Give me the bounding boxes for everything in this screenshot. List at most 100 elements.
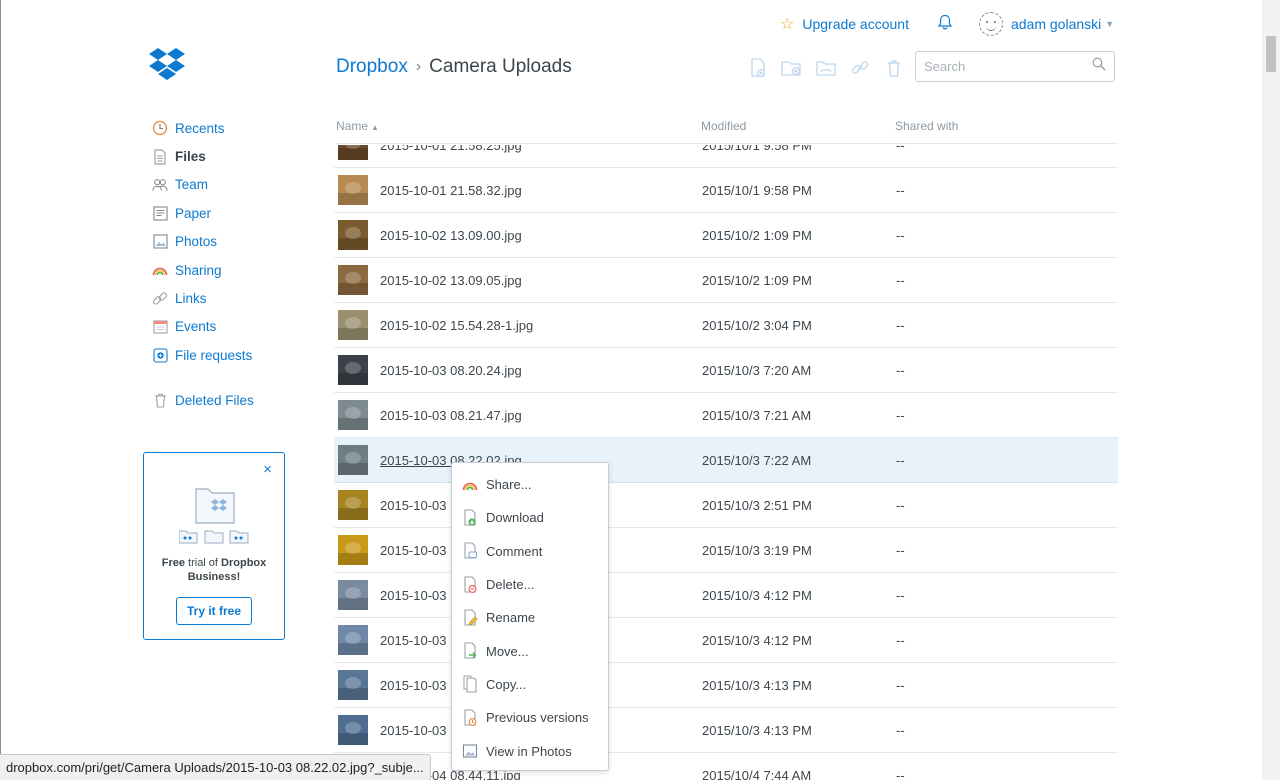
menu-item-label: Comment xyxy=(486,543,543,559)
modified-date: 2015/10/2 1:09 PM xyxy=(702,273,812,288)
upgrade-account-link[interactable]: ☆ Upgrade account xyxy=(780,14,909,34)
menu-item-copy[interactable]: Copy... xyxy=(452,668,608,701)
sidebar-item-file-requests[interactable]: File requests xyxy=(152,341,302,369)
rainbow-icon xyxy=(461,476,479,494)
menu-item-download[interactable]: Download xyxy=(452,501,608,534)
menu-item-delete[interactable]: Delete... xyxy=(452,568,608,601)
team-icon xyxy=(152,177,168,193)
shared-with: -- xyxy=(896,363,905,378)
sidebar-item-paper[interactable]: Paper xyxy=(152,199,302,227)
new-shared-folder-icon[interactable] xyxy=(814,58,838,78)
file-name[interactable]: 2015-10-02 15.54.28-1.jpg xyxy=(380,318,533,333)
shared-with: -- xyxy=(896,408,905,423)
photo-thumbnail xyxy=(338,355,368,385)
file-name[interactable]: 2015-10-02 13.09.00.jpg xyxy=(380,228,522,243)
column-header-name[interactable]: Name ▲ xyxy=(336,119,379,133)
file-name[interactable]: 2015-10-01 21.58.25.jpg xyxy=(380,145,522,153)
modified-date: 2015/10/4 7:44 AM xyxy=(702,768,812,780)
menu-item-label: Rename xyxy=(486,610,536,626)
file-name[interactable]: 2015-10-03 xyxy=(380,498,447,513)
file-name[interactable]: 2015-10-03 08.20.24.jpg xyxy=(380,363,522,378)
menu-item-view-in-photos[interactable]: View in Photos xyxy=(452,734,608,767)
file-name[interactable]: 2015-10-01 21.58.32.jpg xyxy=(380,183,522,198)
breadcrumb-root[interactable]: Dropbox xyxy=(336,56,408,78)
photo-thumbnail xyxy=(338,535,368,565)
try-it-free-button[interactable]: Try it free xyxy=(176,597,252,625)
trash-icon[interactable] xyxy=(882,58,906,78)
sidebar-item-events[interactable]: Events xyxy=(152,313,302,341)
modified-date: 2015/10/3 4:12 PM xyxy=(702,588,812,603)
previous-versions-icon xyxy=(461,709,479,727)
table-row[interactable]: 2015-10-03 08.21.47.jpg 2015/10/3 7:21 AM… xyxy=(334,393,1118,438)
menu-item-share[interactable]: Share... xyxy=(452,468,608,501)
sidebar-item-links[interactable]: Links xyxy=(152,284,302,312)
promo-text: Free trial of Dropbox Business! xyxy=(152,556,276,584)
scrollbar-thumb[interactable] xyxy=(1266,36,1276,72)
sidebar-item-deleted-files[interactable]: Deleted Files xyxy=(152,387,302,415)
close-icon[interactable]: × xyxy=(263,461,272,478)
menu-item-previous-versions[interactable]: Previous versions xyxy=(452,701,608,734)
shared-with: -- xyxy=(896,228,905,243)
table-row[interactable]: 2015-10-01 21.58.32.jpg 2015/10/1 9:58 PM… xyxy=(334,168,1118,213)
scrollbar-track[interactable] xyxy=(1262,0,1280,780)
modified-date: 2015/10/3 2:51 PM xyxy=(702,498,812,513)
photo-thumbnail xyxy=(338,175,368,205)
user-menu[interactable]: adam golanski ▼ xyxy=(978,12,1114,36)
photo-thumbnail xyxy=(338,145,368,160)
shared-with: -- xyxy=(896,273,905,288)
menu-item-comment[interactable]: Comment xyxy=(452,535,608,568)
menu-item-label: Share... xyxy=(486,477,532,493)
sidebar: Recents Files Team Paper Photos Sharing … xyxy=(152,114,302,415)
shared-with: -- xyxy=(896,183,905,198)
sidebar-item-label: File requests xyxy=(175,347,253,363)
file-name[interactable]: 2015-10-03 xyxy=(380,588,447,603)
photo-thumbnail xyxy=(338,625,368,655)
sidebar-item-files[interactable]: Files xyxy=(152,142,302,170)
sidebar-item-sharing[interactable]: Sharing xyxy=(152,256,302,284)
clock-icon xyxy=(152,120,168,136)
paper-icon xyxy=(152,205,168,221)
status-bar-url: dropbox.com/pri/get/Camera Uploads/2015-… xyxy=(0,754,431,780)
rename-icon xyxy=(461,609,479,627)
file-name[interactable]: 2015-10-03 xyxy=(380,633,447,648)
modified-date: 2015/10/3 3:19 PM xyxy=(702,543,812,558)
column-header-shared-with[interactable]: Shared with xyxy=(895,119,958,133)
shared-with: -- xyxy=(896,498,905,513)
file-icon xyxy=(152,148,168,165)
file-name[interactable]: 2015-10-02 13.09.05.jpg xyxy=(380,273,522,288)
table-row[interactable]: 2015-10-02 13.09.00.jpg 2015/10/2 1:09 PM… xyxy=(334,213,1118,258)
bell-icon[interactable] xyxy=(937,14,953,34)
menu-item-label: Move... xyxy=(486,643,529,659)
column-header-modified[interactable]: Modified xyxy=(701,119,746,133)
table-row[interactable]: 2015-10-03 08.20.24.jpg 2015/10/3 7:20 AM… xyxy=(334,348,1118,393)
link-icon[interactable] xyxy=(848,58,872,78)
modified-date: 2015/10/1 9:58 PM xyxy=(702,183,812,198)
search-box[interactable] xyxy=(915,51,1115,82)
file-name[interactable]: 2015-10-03 08.21.47.jpg xyxy=(380,408,522,423)
upgrade-label: Upgrade account xyxy=(802,16,909,32)
dropbox-logo[interactable] xyxy=(148,48,186,82)
upload-folder-icon[interactable] xyxy=(780,58,804,78)
sidebar-item-photos[interactable]: Photos xyxy=(152,228,302,256)
search-icon[interactable] xyxy=(1092,57,1106,76)
copy-icon xyxy=(461,675,479,693)
photo-thumbnail xyxy=(338,400,368,430)
sidebar-item-team[interactable]: Team xyxy=(152,171,302,199)
table-row[interactable]: 2015-10-02 15.54.28-1.jpg 2015/10/2 3:04 … xyxy=(334,303,1118,348)
file-name[interactable]: 2015-10-03 xyxy=(380,678,447,693)
file-name[interactable]: 2015-10-03 xyxy=(380,543,447,558)
file-name[interactable]: 2015-10-03 xyxy=(380,723,447,738)
upload-file-icon[interactable] xyxy=(746,58,770,78)
shared-with: -- xyxy=(896,678,905,693)
table-row[interactable]: 2015-10-02 13.09.05.jpg 2015/10/2 1:09 PM… xyxy=(334,258,1118,303)
search-input[interactable] xyxy=(924,59,1074,74)
menu-item-move[interactable]: Move... xyxy=(452,634,608,667)
modified-date: 2015/10/2 3:04 PM xyxy=(702,318,812,333)
table-row[interactable]: 2015-10-01 21.58.25.jpg 2015/10/1 9:58 PM… xyxy=(334,145,1118,168)
menu-item-rename[interactable]: Rename xyxy=(452,601,608,634)
context-menu: Share... Download Comment Delete... Rena… xyxy=(451,462,609,771)
sidebar-item-recents[interactable]: Recents xyxy=(152,114,302,142)
shared-with: -- xyxy=(896,768,905,780)
photo-thumbnail xyxy=(338,580,368,610)
